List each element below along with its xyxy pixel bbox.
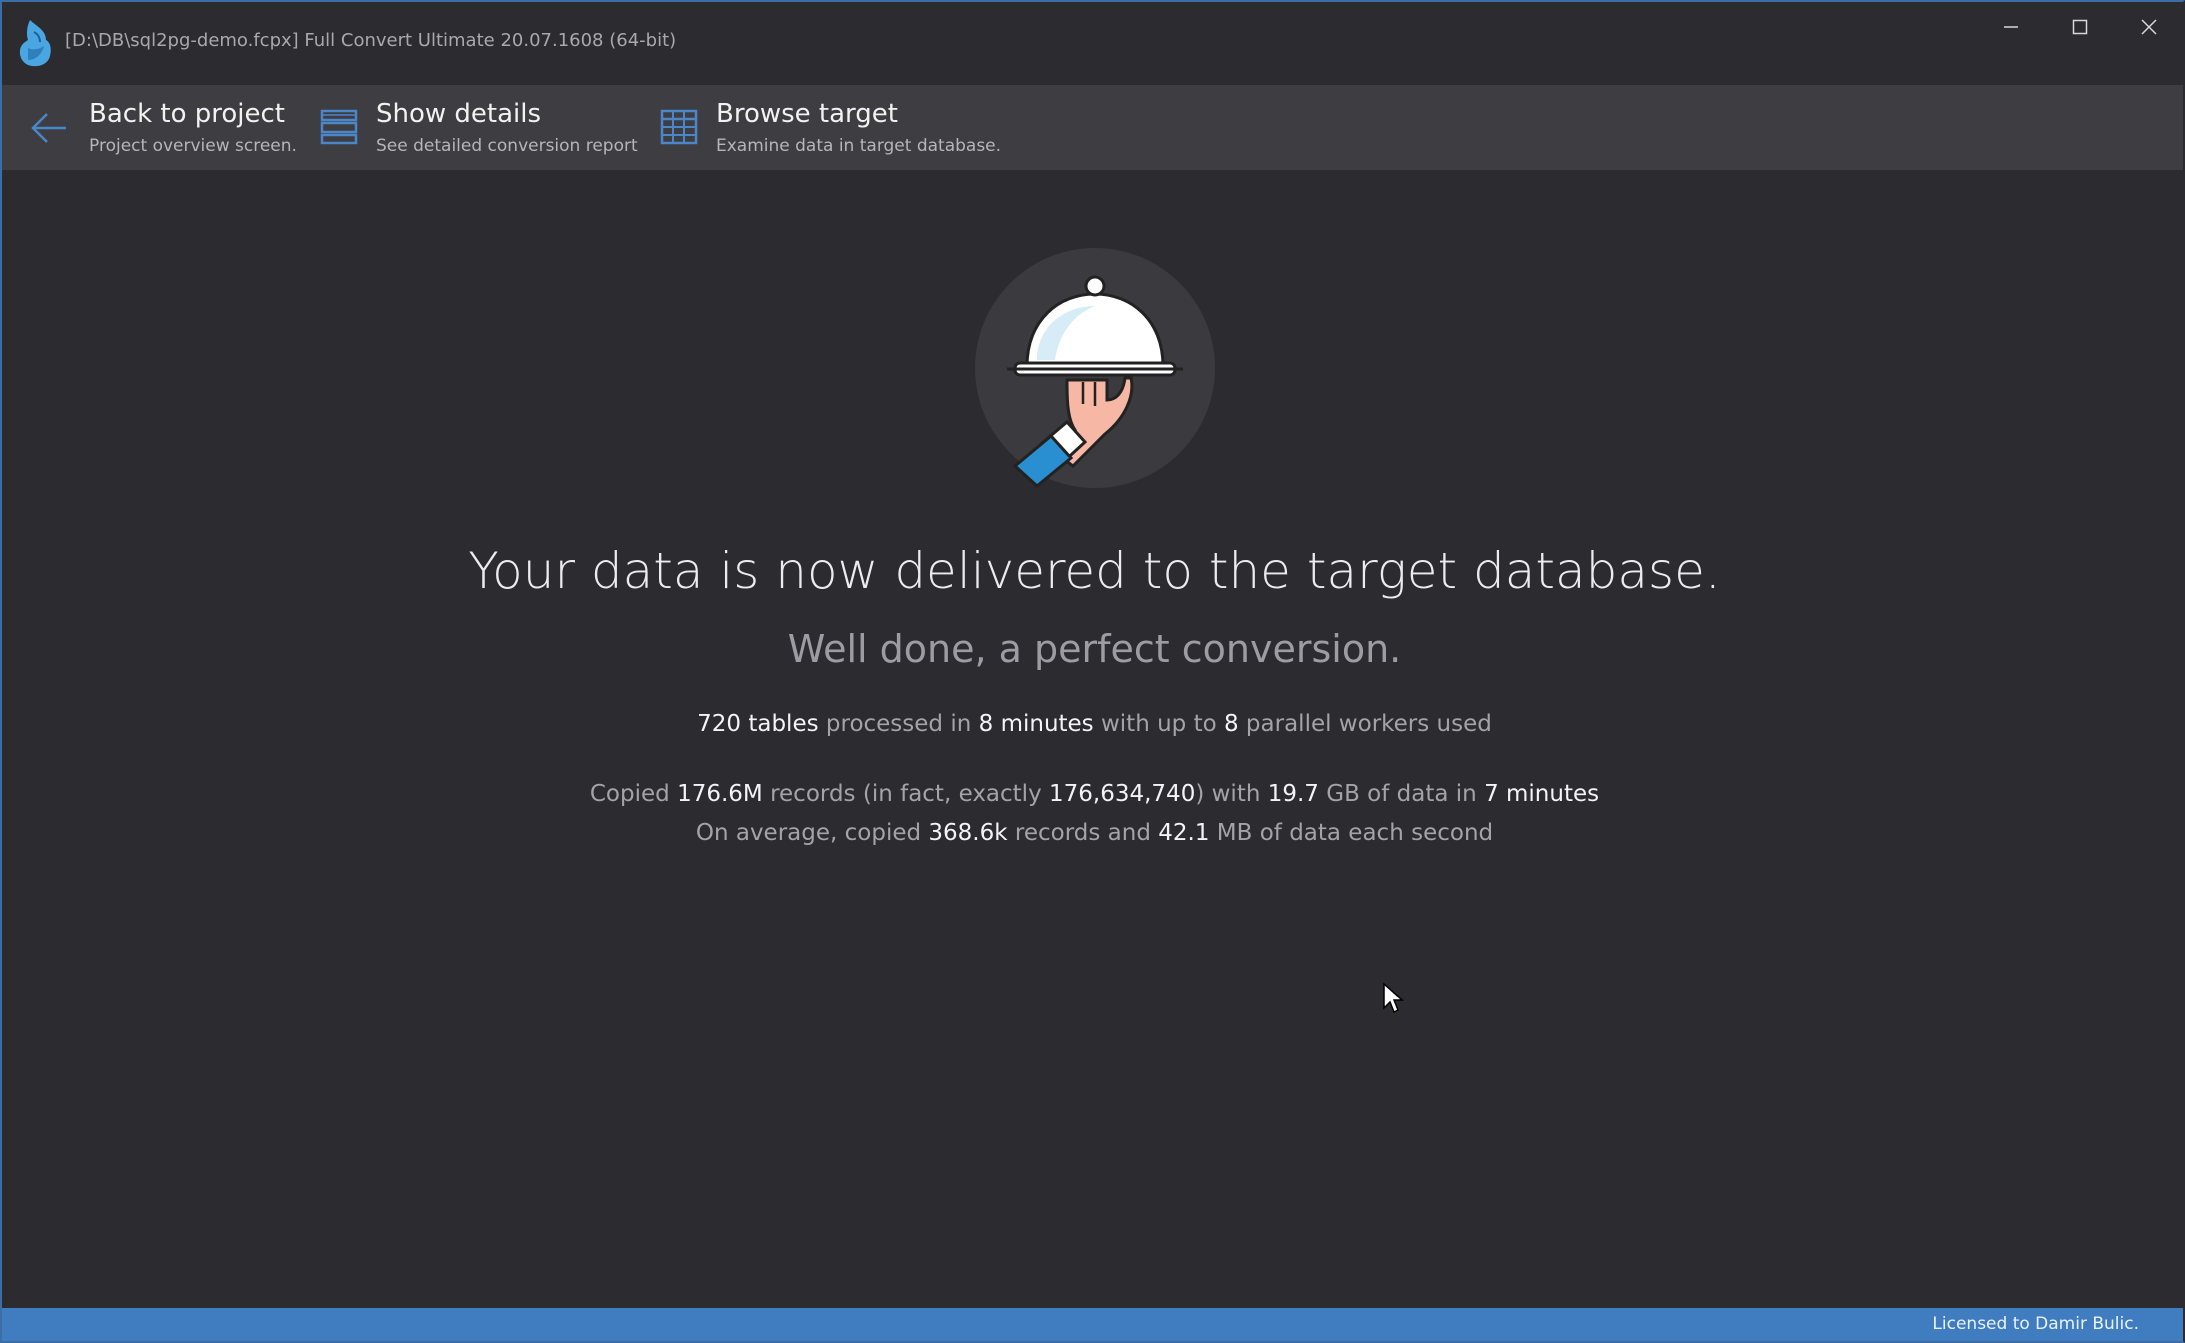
mouse-cursor-icon bbox=[1383, 982, 1404, 1014]
tables-count: 720 tables bbox=[697, 711, 819, 737]
stats-text: parallel workers used bbox=[1238, 711, 1492, 737]
stats-text: records (in fact, exactly bbox=[762, 781, 1049, 807]
app-window: [D:\DB\sql2pg-demo.fcpx] Full Convert Ul… bbox=[0, 0, 2185, 1343]
maximize-icon bbox=[2072, 19, 2087, 35]
stats-text: with up to bbox=[1093, 711, 1224, 737]
browse-target-sub: Examine data in target database. bbox=[716, 136, 1002, 156]
back-to-project-label: Back to project bbox=[89, 99, 285, 129]
stats-text: On average, copied bbox=[695, 820, 929, 846]
table-grid-icon bbox=[660, 109, 698, 145]
stats-text: MB of data each second bbox=[1209, 820, 1494, 846]
back-to-project-button[interactable]: Back to project Project overview screen. bbox=[2, 85, 302, 170]
show-details-sub: See detailed conversion report bbox=[376, 136, 638, 156]
app-logo-icon bbox=[19, 20, 51, 67]
stats-text: Copied bbox=[589, 781, 678, 807]
success-subline: Well done, a perfect conversion. bbox=[787, 627, 1402, 671]
close-icon bbox=[2140, 19, 2157, 35]
stats-average-line: On average, copied 368.6k records and 42… bbox=[2, 820, 2185, 846]
stats-text: records and bbox=[1007, 820, 1159, 846]
data-size: 19.7 bbox=[1267, 781, 1319, 807]
window-title: [D:\DB\sql2pg-demo.fcpx] Full Convert Ul… bbox=[65, 30, 677, 51]
copy-duration: 7 minutes bbox=[1484, 781, 1600, 807]
back-to-project-sub: Project overview screen. bbox=[89, 136, 297, 156]
stats-text: GB of data in bbox=[1318, 781, 1485, 807]
minimize-button[interactable] bbox=[1976, 2, 2045, 52]
show-details-button[interactable]: Show details See detailed conversion rep… bbox=[312, 85, 642, 170]
success-headline: Your data is now delivered to the target… bbox=[468, 542, 1721, 600]
stats-text: ) with bbox=[1195, 781, 1268, 807]
records-short: 176.6M bbox=[677, 781, 763, 807]
duration-value: 8 minutes bbox=[978, 711, 1094, 737]
license-text: Licensed to Damir Bulic. bbox=[1932, 1314, 2139, 1334]
window-controls bbox=[1976, 2, 2183, 52]
browse-target-label: Browse target bbox=[716, 99, 898, 129]
show-details-label: Show details bbox=[376, 99, 542, 129]
workers-count: 8 bbox=[1223, 711, 1239, 737]
title-bar: [D:\DB\sql2pg-demo.fcpx] Full Convert Ul… bbox=[2, 2, 2183, 85]
details-list-icon bbox=[320, 109, 358, 145]
close-button[interactable] bbox=[2114, 2, 2183, 52]
stats-text: processed in bbox=[818, 711, 979, 737]
mb-rate: 42.1 bbox=[1158, 820, 1210, 846]
toolbar: Back to project Project overview screen.… bbox=[2, 85, 2183, 170]
serving-cloche-icon bbox=[975, 248, 1215, 488]
back-arrow-icon bbox=[31, 113, 66, 143]
minimize-icon bbox=[2003, 26, 2018, 28]
maximize-button[interactable] bbox=[2045, 2, 2114, 52]
records-exact: 176,634,740 bbox=[1049, 781, 1196, 807]
stats-tables-line: 720 tables processed in 8 minutes with u… bbox=[2, 711, 2185, 737]
stats-records-line: Copied 176.6M records (in fact, exactly … bbox=[2, 781, 2185, 807]
records-rate: 368.6k bbox=[928, 820, 1008, 846]
status-bar: Licensed to Damir Bulic. bbox=[2, 1308, 2183, 1341]
browse-target-button[interactable]: Browse target Examine data in target dat… bbox=[654, 85, 1001, 170]
